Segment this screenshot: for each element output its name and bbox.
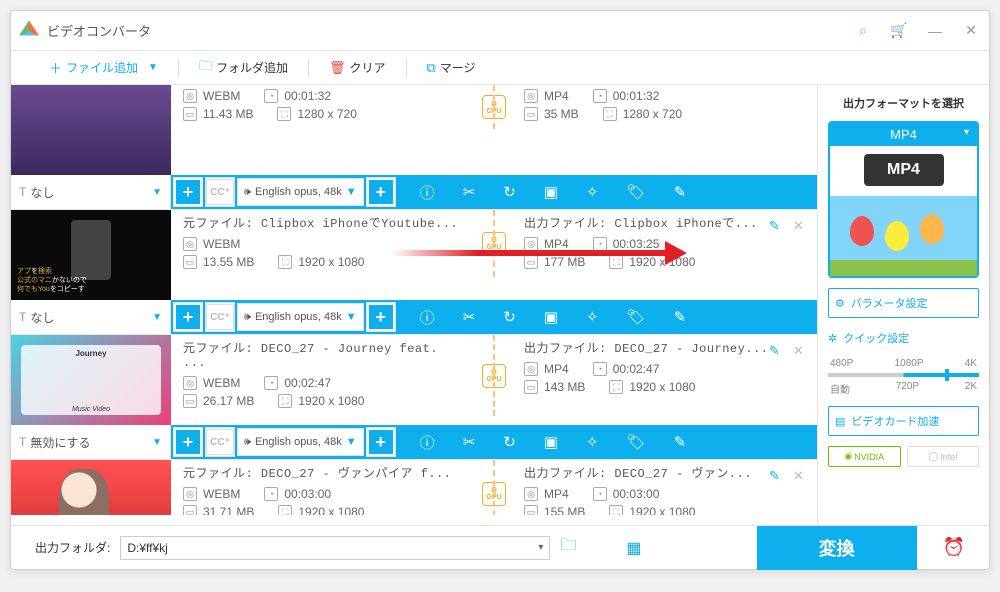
- clear-button[interactable]: 🗑クリア: [321, 59, 394, 76]
- info-icon[interactable]: ⓘ: [420, 182, 435, 203]
- resolution-icon: ⛶: [277, 107, 291, 121]
- effects-icon[interactable]: ✧: [586, 308, 599, 326]
- gear-icon: ✲: [828, 332, 837, 345]
- rotate-icon[interactable]: ↻: [503, 183, 516, 201]
- main-toolbar: ＋ファイル追加▼ 🗀フォルダ追加 🗑クリア ⧉マージ: [11, 51, 989, 85]
- effects-icon[interactable]: ✧: [586, 183, 599, 201]
- edit-icon[interactable]: ✎: [674, 308, 687, 326]
- crop-icon[interactable]: ▣: [544, 183, 558, 201]
- audio-add-button[interactable]: +: [367, 178, 395, 206]
- rotate-icon[interactable]: ↻: [503, 433, 516, 451]
- audio-add-button[interactable]: +: [367, 303, 395, 331]
- output-folder-label: 出力フォルダ:: [35, 539, 110, 556]
- crop-icon[interactable]: ▣: [544, 433, 558, 451]
- row-remove-icon[interactable]: ✕: [793, 468, 809, 484]
- cart-icon[interactable]: 🛒: [889, 21, 909, 41]
- output-filename: 出力ファイル: Clipbox iPhoneで...: [524, 214, 805, 231]
- row-edit-icon[interactable]: ✎: [769, 468, 785, 484]
- key-icon[interactable]: ⌕: [853, 21, 873, 41]
- row-edit-icon[interactable]: ✎: [769, 343, 785, 359]
- thumbnail[interactable]: [11, 460, 171, 515]
- gpu-accel-button[interactable]: ▤ビデオカード加速: [828, 406, 979, 436]
- add-file-button[interactable]: ＋ファイル追加▼: [41, 58, 166, 77]
- watermark-icon[interactable]: 🏷: [627, 433, 646, 451]
- file-row: Journey Music Video 元ファイル: DECO_27 - Jou…: [11, 335, 817, 460]
- schedule-icon[interactable]: ⏰: [943, 537, 965, 558]
- crop-icon[interactable]: ▣: [544, 308, 558, 326]
- cut-icon[interactable]: ✂: [463, 433, 476, 451]
- rotate-icon[interactable]: ↻: [503, 308, 516, 326]
- row-control-bar: T なし▼ + CC⁺ 🕪English opus, 48k▼ + ⓘ ✂ ↻ …: [11, 175, 817, 209]
- file-row: ◎WEBM◔00:01:32 ▭11.43 MB⛶1280 x 720 ⚙GPU…: [11, 85, 817, 210]
- sidebar: 出力フォーマットを選択 MP4 MP4 ⚙パラメータ設定 ✲クイック設定 480…: [817, 85, 989, 525]
- audio-dropdown[interactable]: 🕪English opus, 48k▼: [237, 303, 364, 331]
- convert-button[interactable]: 変換: [757, 526, 917, 570]
- app-logo-icon: [19, 21, 39, 41]
- thumbnail[interactable]: [11, 85, 171, 175]
- add-folder-button[interactable]: 🗀フォルダ追加: [191, 57, 296, 79]
- cc-button[interactable]: CC⁺: [206, 304, 234, 330]
- nvidia-badge: ◉NVIDIA: [828, 446, 901, 467]
- format-dropdown[interactable]: MP4: [830, 123, 977, 146]
- merge-button[interactable]: ⧉マージ: [419, 59, 484, 76]
- info-icon[interactable]: ⓘ: [420, 432, 435, 453]
- close-button[interactable]: ✕: [961, 21, 981, 41]
- titlebar: ビデオコンバータ ⌕ 🛒 — ✕: [11, 11, 989, 51]
- audio-dropdown[interactable]: 🕪English opus, 48k▼: [237, 428, 364, 456]
- subtitle-dropdown[interactable]: なし▼: [30, 184, 162, 201]
- intel-badge: ◯Intel: [907, 446, 980, 467]
- cut-icon[interactable]: ✂: [463, 308, 476, 326]
- browse-folder-icon[interactable]: 🗀: [560, 534, 576, 561]
- sliders-icon: ⚙: [835, 297, 845, 310]
- watermark-icon[interactable]: 🏷: [627, 183, 646, 201]
- row-remove-icon[interactable]: ✕: [793, 218, 809, 234]
- thumbnail[interactable]: アプを検索公式のマニかないので何でもYouをコピーす: [11, 210, 171, 300]
- intel-icon: ◯: [928, 451, 938, 462]
- output-format-selector[interactable]: MP4 MP4: [828, 121, 979, 278]
- cut-icon[interactable]: ✂: [463, 183, 476, 201]
- parameter-settings-button[interactable]: ⚙パラメータ設定: [828, 288, 979, 318]
- file-row: アプを検索公式のマニかないので何でもYouをコピーす 元ファイル: Clipbo…: [11, 210, 817, 335]
- quick-settings-label: ✲クイック設定: [828, 328, 979, 348]
- thumbnail[interactable]: Journey Music Video: [11, 335, 171, 425]
- effects-icon[interactable]: ✧: [586, 433, 599, 451]
- clock-icon: ◔: [264, 89, 278, 103]
- cc-button[interactable]: CC⁺: [206, 179, 234, 205]
- app-window: ビデオコンバータ ⌕ 🛒 — ✕ ＋ファイル追加▼ 🗀フォルダ追加 🗑クリア ⧉…: [10, 10, 990, 570]
- nvidia-icon: ◉: [844, 451, 852, 462]
- file-row: 元ファイル: DECO_27 - ヴァンパイア f... ◎WEBM◔00:03…: [11, 460, 817, 515]
- watermark-icon[interactable]: 🏷: [627, 308, 646, 326]
- file-list: ◎WEBM◔00:01:32 ▭11.43 MB⛶1280 x 720 ⚙GPU…: [11, 85, 817, 515]
- row-edit-icon[interactable]: ✎: [769, 218, 785, 234]
- open-folder-icon[interactable]: ▦: [626, 538, 641, 558]
- subtitle-add-button[interactable]: +: [174, 178, 202, 206]
- edit-icon[interactable]: ✎: [674, 433, 687, 451]
- info-icon[interactable]: ⓘ: [420, 307, 435, 328]
- output-folder-input[interactable]: D:¥ff¥kj▾: [120, 536, 550, 560]
- row-remove-icon[interactable]: ✕: [793, 343, 809, 359]
- source-filename: 元ファイル: Clipbox iPhoneでYoutube...: [183, 214, 464, 231]
- format-preview: MP4: [830, 146, 977, 276]
- subtitle-dropdown[interactable]: なし▼: [30, 309, 162, 326]
- minimize-button[interactable]: —: [925, 21, 945, 41]
- subtitle-add-button[interactable]: +: [174, 303, 202, 331]
- size-icon: ▭: [183, 107, 197, 121]
- chip-icon: ▤: [835, 415, 845, 428]
- gpu-badge-icon: ⚙GPU: [482, 95, 506, 119]
- format-icon: ◎: [183, 89, 197, 103]
- audio-dropdown[interactable]: 🕪English opus, 48k▼: [237, 178, 364, 206]
- quality-slider[interactable]: [828, 373, 979, 377]
- app-title: ビデオコンバータ: [47, 21, 853, 40]
- footer: 出力フォルダ: D:¥ff¥kj▾ 🗀 ▦ 変換 ⏰: [11, 525, 989, 569]
- subtitle-dropdown[interactable]: 無効にする▼: [30, 434, 162, 451]
- edit-icon[interactable]: ✎: [674, 183, 687, 201]
- sidebar-heading: 出力フォーマットを選択: [828, 95, 979, 111]
